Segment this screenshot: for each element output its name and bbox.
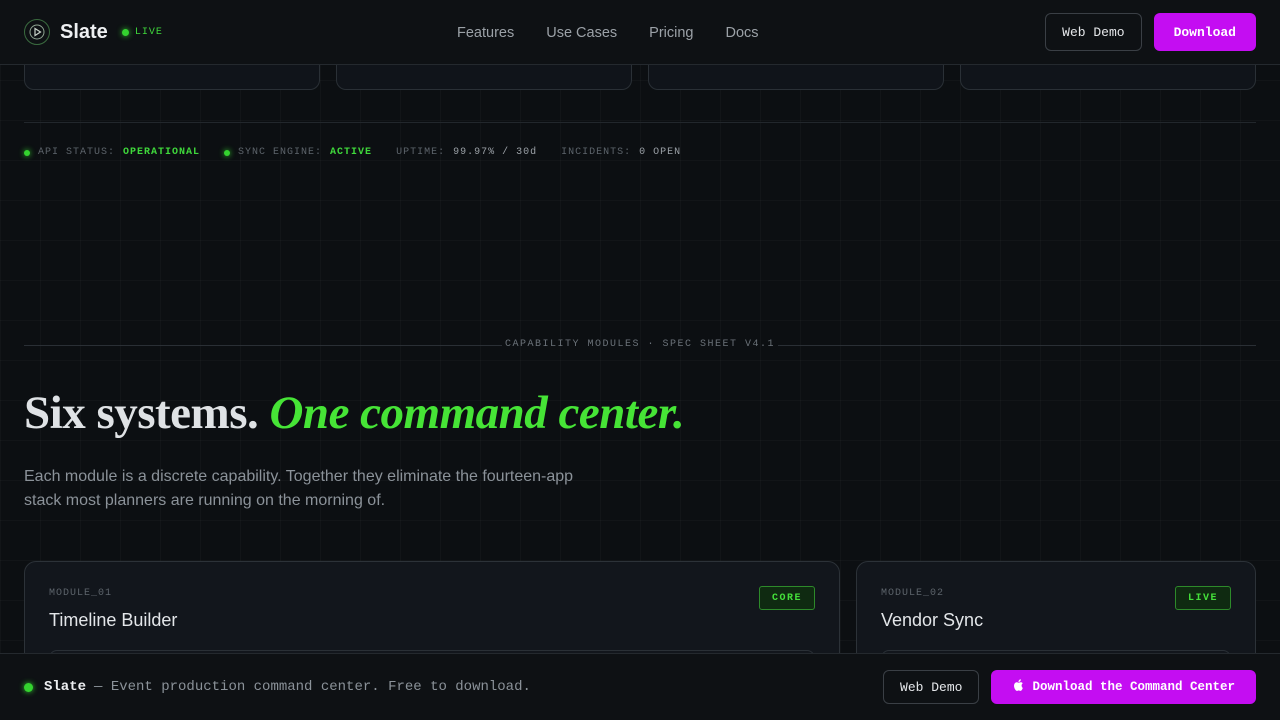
main-nav: Features Use Cases Pricing Docs	[457, 0, 759, 65]
section-subtext: Each module is a discrete capability. To…	[24, 468, 574, 509]
nav-link-pricing[interactable]: Pricing	[649, 25, 693, 41]
status-value: 99.97% / 30d	[453, 147, 538, 158]
status-label: SYNC ENGINE:	[238, 147, 323, 158]
headline-plain: Six systems.	[24, 387, 259, 439]
download-button[interactable]: Download	[1153, 13, 1256, 51]
footer-download-button[interactable]: Download the Command Center	[991, 670, 1256, 704]
live-label: LIVE	[134, 26, 163, 38]
nav-link-features[interactable]: Features	[457, 25, 514, 41]
footer-download-label: Download the Command Center	[1032, 680, 1235, 694]
status-uptime: UPTIME: 99.97% / 30d	[396, 147, 537, 158]
logo[interactable]: Slate	[24, 19, 108, 45]
module-id: MODULE_01	[49, 588, 113, 599]
live-dot-icon	[121, 28, 129, 36]
status-api: API STATUS: OPERATIONAL	[24, 147, 200, 158]
status-dot-icon	[24, 682, 33, 692]
section-headline: Six systems. One command center.	[24, 386, 685, 440]
status-sync-engine: SYNC ENGINE: ACTIVE	[224, 147, 372, 158]
top-nav-bar: Slate LIVE Features Use Cases Pricing Do…	[0, 0, 1280, 65]
nav-link-use-cases[interactable]: Use Cases	[546, 25, 617, 41]
status-dot-icon	[24, 149, 30, 156]
status-value: OPERATIONAL	[123, 147, 201, 158]
footer-tagline-text: — Event production command center. Free …	[94, 679, 531, 695]
web-demo-button[interactable]: Web Demo	[1045, 13, 1142, 51]
nav-link-docs[interactable]: Docs	[725, 25, 758, 41]
sticky-download-bar: Slate — Event production command center.…	[0, 653, 1280, 720]
header-actions: Web Demo Download	[1045, 13, 1256, 51]
headline-accent: One command center.	[269, 387, 685, 439]
system-status-row: API STATUS: OPERATIONAL SYNC ENGINE: ACT…	[24, 147, 705, 158]
module-title: Vendor Sync	[881, 610, 984, 630]
live-badge: LIVE	[121, 26, 163, 38]
status-value: 0 OPEN	[639, 147, 682, 158]
divider	[24, 122, 1256, 123]
module-id: MODULE_02	[881, 588, 945, 599]
footer-tagline: Slate — Event production command center.…	[24, 679, 531, 695]
play-logo-icon	[24, 19, 50, 45]
section-label: CAPABILITY MODULES · SPEC SHEET V4.1	[504, 339, 776, 350]
footer-web-demo-button[interactable]: Web Demo	[883, 670, 980, 704]
status-label: INCIDENTS:	[561, 147, 632, 158]
footer-brand: Slate	[44, 679, 87, 695]
module-title: Timeline Builder	[49, 610, 178, 630]
module-tag: LIVE	[1174, 586, 1231, 610]
status-value: ACTIVE	[330, 147, 373, 158]
status-label: API STATUS:	[38, 147, 116, 158]
status-dot-icon	[224, 149, 231, 156]
apple-icon	[1013, 679, 1024, 695]
footer-actions: Web Demo Download the Command Center	[883, 670, 1256, 704]
status-incidents: INCIDENTS: 0 OPEN	[561, 147, 681, 158]
module-tag: CORE	[758, 586, 815, 610]
brand-name: Slate	[60, 20, 108, 43]
status-label: UPTIME:	[396, 147, 446, 158]
